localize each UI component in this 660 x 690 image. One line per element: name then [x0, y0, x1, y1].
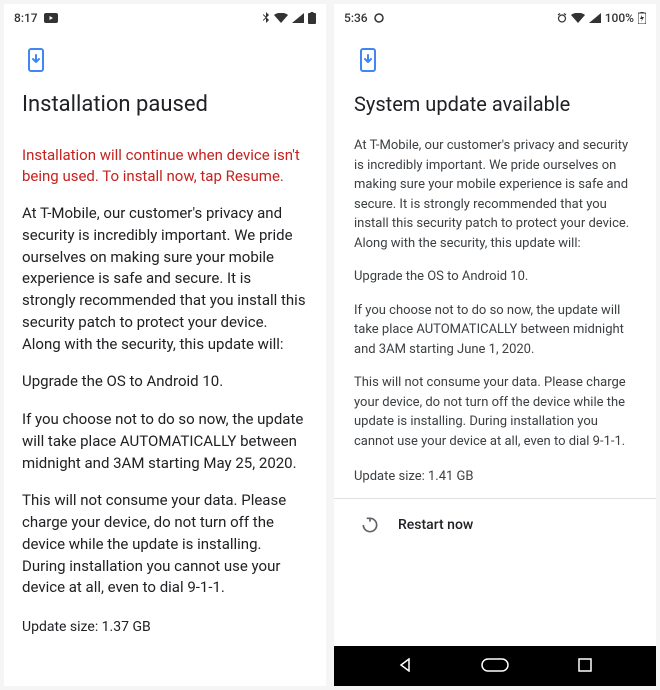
- status-bar: 5:36 100%: [334, 4, 656, 32]
- app-icon: [374, 13, 384, 23]
- body-paragraph-4: This will not consume your data. Please …: [22, 490, 308, 599]
- body-paragraph-3: If you choose not to do so now, the upda…: [22, 409, 308, 474]
- restart-label: Restart now: [398, 517, 473, 533]
- update-size: Update size: 1.41 GB: [354, 469, 636, 484]
- body-paragraph-1: At T-Mobile, our customer's privacy and …: [22, 203, 308, 355]
- system-update-icon: [354, 46, 382, 74]
- update-size: Update size: 1.37 GB: [22, 619, 308, 635]
- body-paragraph-3: If you choose not to do so now, the upda…: [354, 301, 636, 360]
- nav-home-icon[interactable]: [481, 657, 509, 676]
- body-paragraph-4: This will not consume your data. Please …: [354, 373, 636, 451]
- restart-button[interactable]: Restart now: [354, 499, 636, 535]
- warning-text: Installation will continue when device i…: [22, 145, 308, 187]
- nav-back-icon[interactable]: [398, 657, 412, 676]
- navigation-bar: [334, 646, 656, 686]
- battery-icon: [308, 12, 316, 24]
- phone-left: 8:17 Installation paused Installation w: [4, 4, 326, 686]
- status-time: 5:36: [344, 11, 368, 25]
- youtube-icon: [44, 13, 58, 23]
- phone-right: 5:36 100% System update available: [334, 4, 656, 686]
- status-bar: 8:17: [4, 4, 326, 32]
- status-time: 8:17: [14, 11, 38, 25]
- bluetooth-icon: [262, 12, 270, 24]
- body-paragraph-2: Upgrade the OS to Android 10.: [22, 371, 308, 393]
- body-paragraph-2: Upgrade the OS to Android 10.: [354, 267, 636, 287]
- restart-icon: [360, 515, 380, 535]
- battery-percent: 100%: [605, 11, 634, 25]
- page-title: Installation paused: [22, 92, 308, 117]
- wifi-icon: [274, 13, 288, 23]
- signal-icon: [589, 13, 601, 23]
- alarm-icon: [557, 13, 567, 23]
- content-area: Installation paused Installation will co…: [4, 32, 326, 686]
- page-title: System update available: [354, 92, 636, 116]
- wifi-icon: [571, 13, 585, 23]
- system-update-icon: [22, 46, 50, 74]
- content-area: System update available At T-Mobile, our…: [334, 32, 656, 646]
- body-paragraph-1: At T-Mobile, our customer's privacy and …: [354, 136, 636, 253]
- signal-icon: [292, 13, 304, 23]
- nav-recent-icon[interactable]: [578, 657, 592, 676]
- battery-icon: [638, 12, 646, 24]
